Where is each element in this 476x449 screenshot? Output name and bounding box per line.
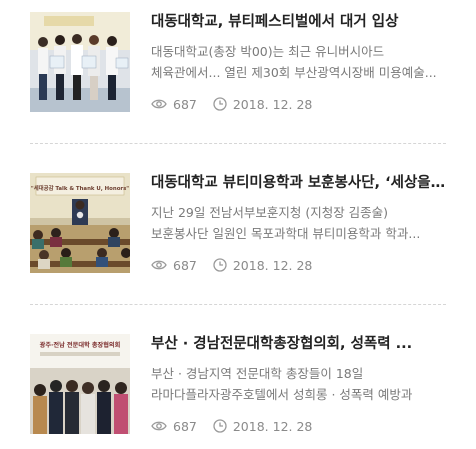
clock-icon (213, 258, 227, 272)
news-thumbnail[interactable]: "세대공감 Talk & Thank U, Honors" (30, 173, 130, 273)
news-summary-line: 라마다플라자광주호텔에서 성희롱 · 성폭력 예방과 (151, 387, 413, 402)
clock-icon (213, 419, 227, 433)
list-divider (30, 304, 446, 305)
view-count-value: 687 (173, 418, 197, 434)
lecture-hall-photo-icon: "세대공감 Talk & Thank U, Honors" (30, 173, 130, 273)
award-group-photo-icon (30, 12, 130, 112)
view-count-value: 687 (173, 257, 197, 273)
post-date: 2018. 12. 28 (213, 257, 313, 273)
news-title[interactable]: 대동대학교 뷰티미용학과 보훈봉사단, ‘세상을 ... (151, 173, 446, 193)
post-date: 2018. 12. 28 (213, 96, 313, 112)
news-meta: 687 2018. 12. 28 (151, 257, 312, 273)
news-thumbnail[interactable]: 광주·전남 전문대학 총장협의회 (30, 334, 130, 434)
news-title[interactable]: 부산 · 경남전문대학총장협의회, 성폭력 ... (151, 334, 446, 354)
council-group-photo-icon: 광주·전남 전문대학 총장협의회 (30, 334, 130, 434)
clock-icon (213, 97, 227, 111)
news-body: 대동대학교 뷰티미용학과 보훈봉사단, ‘세상을 ... 지난 29일 전남서부… (151, 173, 446, 273)
news-list: 대동대학교, 뷰티페스티벌에서 대거 입상 대동대학교(총장 박00)는 최근 … (0, 0, 476, 449)
news-summary-line: 보훈봉사단 일원인 목포과학대 뷰티미용학과 학과... (151, 226, 421, 241)
news-body: 대동대학교, 뷰티페스티벌에서 대거 입상 대동대학교(총장 박00)는 최근 … (151, 12, 446, 112)
thumb-banner-text: 광주·전남 전문대학 총장협의회 (40, 341, 121, 349)
news-title[interactable]: 대동대학교, 뷰티페스티벌에서 대거 입상 (151, 12, 446, 32)
post-date-value: 2018. 12. 28 (232, 418, 313, 434)
news-summary-line: 지난 29일 전남서부보훈지청 (지청장 김종술) (151, 205, 389, 220)
eye-icon (151, 260, 167, 270)
news-item[interactable]: 광주·전남 전문대학 총장협의회 부산 · 경남전문대학총장협의회, 성폭력 .… (30, 334, 446, 434)
news-thumbnail[interactable] (30, 12, 130, 112)
post-date: 2018. 12. 28 (213, 418, 313, 434)
news-summary: 대동대학교(총장 박00)는 최근 유니버시아드 체육관에서... 열린 제30… (151, 41, 446, 83)
news-meta: 687 2018. 12. 28 (151, 418, 312, 434)
thumb-banner-text: "세대공감 Talk & Thank U, Honors" (31, 184, 129, 192)
news-item[interactable]: 대동대학교, 뷰티페스티벌에서 대거 입상 대동대학교(총장 박00)는 최근 … (30, 12, 446, 112)
news-item[interactable]: "세대공감 Talk & Thank U, Honors" 대동대학교 뷰티미용… (30, 173, 446, 273)
view-count: 687 (151, 419, 197, 434)
news-summary-line: 체육관에서... 열린 제30회 부산광역시장배 미용예술... (151, 65, 437, 80)
news-summary-line: 대동대학교(총장 박00)는 최근 유니버시아드 (151, 44, 385, 59)
eye-icon (151, 421, 167, 431)
post-date-value: 2018. 12. 28 (232, 96, 313, 112)
view-count-value: 687 (173, 96, 197, 112)
news-body: 부산 · 경남전문대학총장협의회, 성폭력 ... 부산 · 경남지역 전문대학… (151, 334, 446, 434)
news-summary: 지난 29일 전남서부보훈지청 (지청장 김종술) 보훈봉사단 일원인 목포과학… (151, 202, 446, 244)
news-summary-line: 부산 · 경남지역 전문대학 총장들이 18일 (151, 366, 364, 381)
news-meta: 687 2018. 12. 28 (151, 96, 312, 112)
list-divider (30, 143, 446, 144)
post-date-value: 2018. 12. 28 (232, 257, 313, 273)
eye-icon (151, 99, 167, 109)
view-count: 687 (151, 97, 197, 112)
view-count: 687 (151, 258, 197, 273)
news-summary: 부산 · 경남지역 전문대학 총장들이 18일 라마다플라자광주호텔에서 성희롱… (151, 363, 446, 405)
